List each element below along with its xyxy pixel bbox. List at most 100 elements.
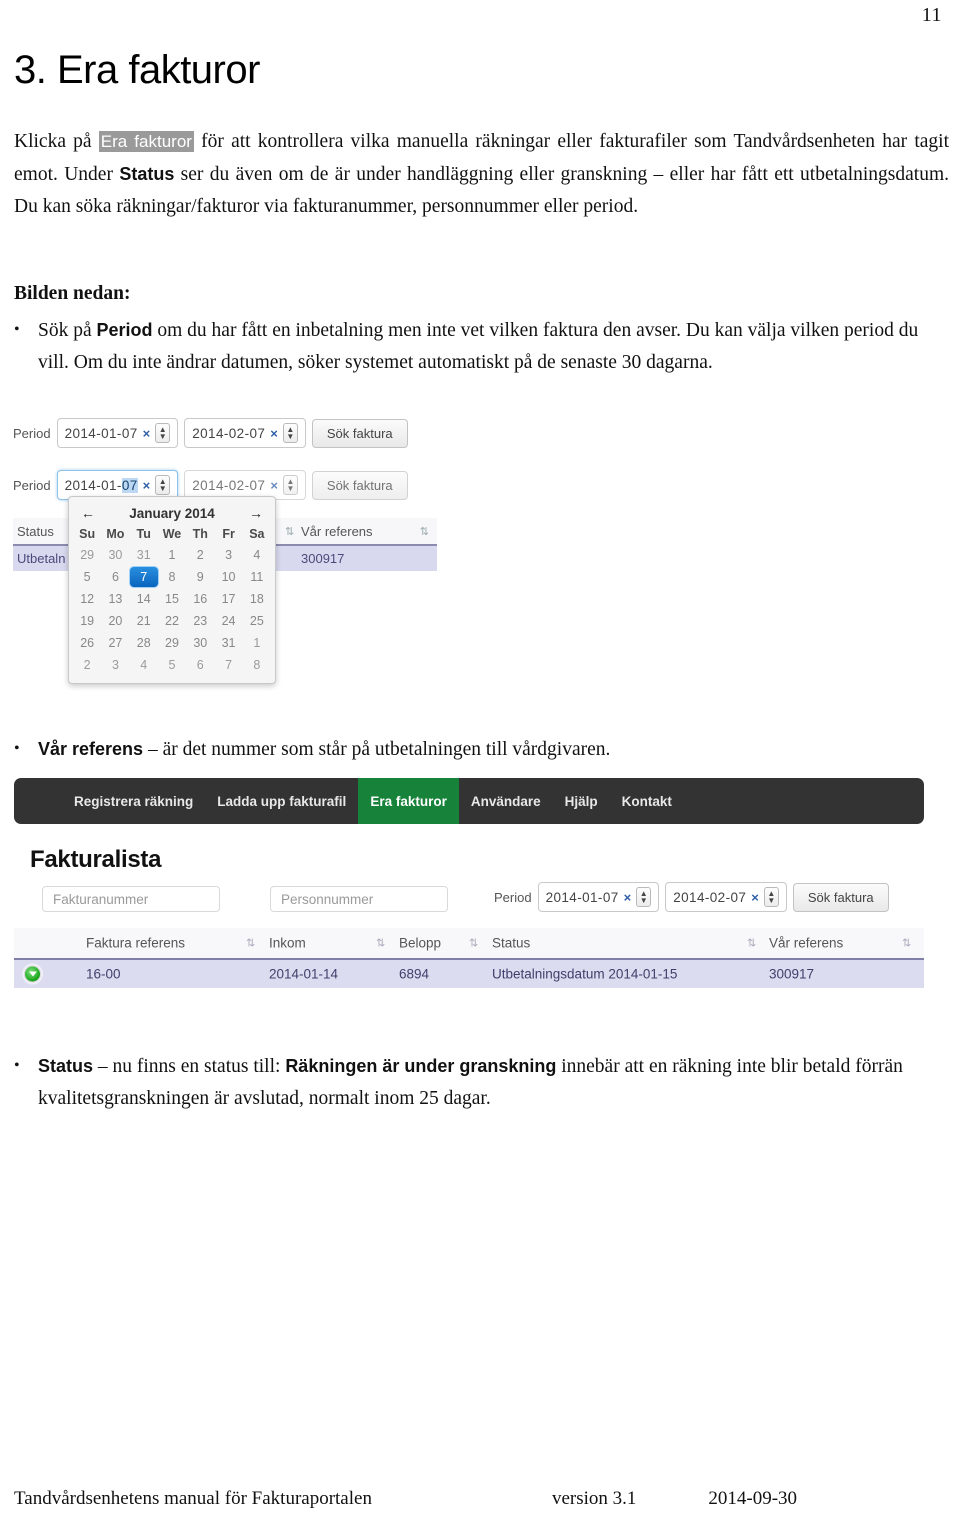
calendar-day[interactable]: 29 (73, 545, 101, 565)
calendar-day[interactable]: 2 (73, 655, 101, 675)
calendar-day[interactable]: 10 (214, 567, 242, 587)
calendar-day[interactable]: 25 (243, 611, 271, 631)
sort-icon[interactable]: ⇅ (420, 525, 429, 538)
stepper-down-icon[interactable]: ▼ (640, 897, 648, 905)
period-from-field[interactable]: 2014-01-07 × ▲ ▼ (56, 418, 179, 448)
table-row[interactable]: 16-00 2014-01-14 6894 Utbetalningsdatum … (14, 960, 924, 988)
datepicker-calendar[interactable]: ← January 2014 → Su Mo Tu We Th Fr Sa 29 30 31 1 2 3… (68, 496, 276, 684)
search-invoice-button[interactable]: Sök faktura (311, 418, 408, 448)
calendar-day[interactable]: 12 (73, 589, 101, 609)
period-to-field[interactable]: 2014-02-07 × ▲ ▼ (184, 418, 306, 448)
calendar-day[interactable]: 31 (214, 633, 242, 653)
fakturanummer-input[interactable]: Fakturanummer (42, 886, 220, 912)
calendar-day[interactable]: 14 (130, 589, 158, 609)
calendar-day-selected[interactable]: 7 (129, 567, 158, 587)
calendar-day[interactable]: 15 (158, 589, 186, 609)
nav-item-ladda-upp-fakturafil[interactable]: Ladda upp fakturafil (205, 778, 358, 824)
calendar-day[interactable]: 31 (130, 545, 158, 565)
period-to-field[interactable]: 2014-02-07 × ▲ ▼ (665, 882, 787, 912)
sort-icon[interactable]: ⇅ (902, 937, 911, 950)
clear-icon[interactable]: × (270, 426, 278, 441)
calendar-day[interactable]: 19 (73, 611, 101, 631)
nav-item-kontakt[interactable]: Kontakt (610, 778, 684, 824)
calendar-day[interactable]: 6 (101, 567, 129, 587)
next-month-icon[interactable]: → (249, 505, 263, 521)
calendar-day[interactable]: 16 (186, 589, 214, 609)
nav-item-registrera-räkning[interactable]: Registrera räkning (62, 778, 205, 824)
sort-icon[interactable]: ⇅ (376, 937, 385, 950)
calendar-day[interactable]: 6 (186, 655, 214, 675)
stepper-icon[interactable]: ▲ ▼ (763, 887, 779, 907)
search-invoice-button[interactable]: Sök faktura (792, 882, 889, 912)
calendar-weekday: We (162, 527, 182, 541)
clear-icon[interactable]: × (143, 478, 151, 493)
stepper-icon[interactable]: ▲ ▼ (155, 475, 171, 495)
stepper-down-icon[interactable]: ▼ (286, 485, 294, 493)
stepper-icon[interactable]: ▲ ▼ (155, 423, 171, 443)
header-var-referens[interactable]: Vår referens (769, 936, 843, 951)
calendar-day[interactable]: 11 (243, 567, 271, 587)
stepper-icon[interactable]: ▲ ▼ (282, 475, 298, 495)
nav-item-hjälp[interactable]: Hjälp (553, 778, 610, 824)
calendar-day[interactable]: 17 (214, 589, 242, 609)
prev-month-icon[interactable]: ← (81, 505, 95, 521)
stepper-down-icon[interactable]: ▼ (286, 433, 294, 441)
calendar-day[interactable]: 26 (73, 633, 101, 653)
stepper-down-icon[interactable]: ▼ (159, 485, 167, 493)
calendar-day[interactable]: 30 (186, 633, 214, 653)
sort-icon[interactable]: ⇅ (469, 937, 478, 950)
header-belopp[interactable]: Belopp (399, 936, 441, 951)
period-from-value: 2014-01-07 (64, 425, 138, 441)
stepper-down-icon[interactable]: ▼ (159, 433, 167, 441)
calendar-day[interactable]: 2 (186, 545, 214, 565)
calendar-day[interactable]: 3 (101, 655, 129, 675)
calendar-day[interactable]: 9 (186, 567, 214, 587)
clear-icon[interactable]: × (143, 426, 151, 441)
calendar-day[interactable]: 28 (130, 633, 158, 653)
clear-icon[interactable]: × (751, 890, 759, 905)
header-status[interactable]: Status (492, 936, 530, 951)
calendar-day[interactable]: 22 (158, 611, 186, 631)
sort-icon[interactable]: ⇅ (747, 937, 756, 950)
calendar-day[interactable]: 20 (101, 611, 129, 631)
calendar-day[interactable]: 18 (243, 589, 271, 609)
expand-green-icon[interactable] (24, 965, 41, 983)
calendar-day[interactable]: 29 (158, 633, 186, 653)
calendar-day[interactable]: 3 (214, 545, 242, 565)
period-from-field[interactable]: 2014-01-07 × ▲ ▼ (537, 882, 660, 912)
calendar-day[interactable]: 13 (101, 589, 129, 609)
stepper-down-icon[interactable]: ▼ (767, 897, 775, 905)
calendar-day[interactable]: 24 (214, 611, 242, 631)
clear-icon[interactable]: × (270, 478, 278, 493)
stepper-icon[interactable]: ▲ ▼ (282, 423, 298, 443)
header-inkom[interactable]: Inkom (269, 936, 306, 951)
calendar-day[interactable]: 1 (243, 633, 271, 653)
calendar-day[interactable]: 23 (186, 611, 214, 631)
nav-item-användare[interactable]: Användare (459, 778, 553, 824)
stepper-icon[interactable]: ▲ ▼ (636, 887, 652, 907)
calendar-day[interactable]: 4 (243, 545, 271, 565)
status-emphasis: Status (119, 164, 175, 184)
header-faktura-referens[interactable]: Faktura referens (86, 936, 185, 951)
invoice-table: Faktura referens ⇅ Inkom ⇅ Belopp ⇅ Stat… (14, 928, 924, 988)
app-navbar[interactable]: Registrera räkning Ladda upp fakturafil Er… (14, 778, 924, 824)
calendar-day[interactable]: 5 (158, 655, 186, 675)
calendar-day[interactable]: 4 (130, 655, 158, 675)
calendar-day[interactable]: 8 (243, 655, 271, 675)
sort-icon[interactable]: ⇅ (246, 937, 255, 950)
calendar-day[interactable]: 30 (101, 545, 129, 565)
calendar-day[interactable]: 21 (130, 611, 158, 631)
page-number: 11 (921, 4, 942, 26)
personnummer-input[interactable]: Personnummer (270, 886, 448, 912)
calendar-day[interactable]: 5 (73, 567, 101, 587)
search-invoice-button[interactable]: Sök faktura (311, 470, 408, 500)
sort-icon[interactable]: ⇅ (285, 525, 294, 538)
calendar-grid[interactable]: Su Mo Tu We Th Fr Sa 29 30 31 1 2 3 4 5 6 7 8 9 10 11 12 13 14 1… (73, 525, 271, 675)
calendar-day[interactable]: 7 (214, 655, 242, 675)
calendar-day[interactable]: 1 (158, 545, 186, 565)
nav-item-era-fakturor[interactable]: Era fakturor (358, 778, 459, 824)
calendar-day[interactable]: 27 (101, 633, 129, 653)
clear-icon[interactable]: × (624, 890, 632, 905)
calendar-day[interactable]: 8 (158, 567, 186, 587)
bullet-var-referens: • Vår referens – är det nummer som står … (14, 733, 944, 766)
